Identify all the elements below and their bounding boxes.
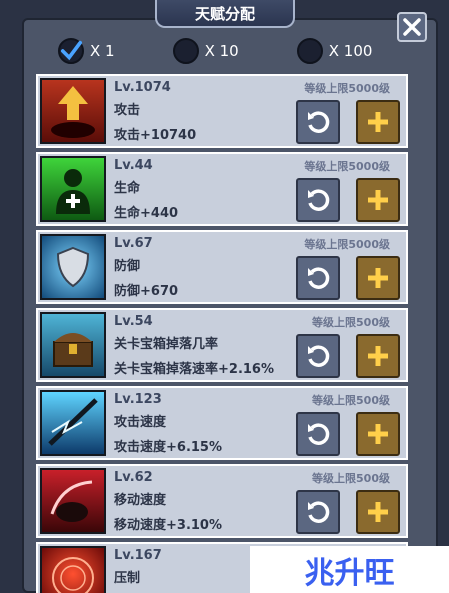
reset-button[interactable]: [296, 256, 340, 300]
add-button[interactable]: [356, 256, 400, 300]
talent-row-defense: Lv.67 防御 防御+670 等级上限5000级: [36, 230, 408, 304]
multiplier-x1[interactable]: X 1: [58, 34, 115, 68]
move-speed-icon: [40, 468, 106, 534]
reset-button[interactable]: [296, 178, 340, 222]
talent-row-chest-drop: Lv.54 关卡宝箱掉落几率 关卡宝箱掉落速率+2.16% 等级上限500级: [36, 308, 408, 382]
talent-level: Lv.167: [114, 548, 162, 563]
plus-icon: [368, 190, 388, 210]
talent-name: 防御: [114, 259, 141, 274]
talent-level: Lv.123: [114, 392, 162, 407]
add-button[interactable]: [356, 490, 400, 534]
talent-name: 移动速度: [114, 493, 167, 508]
talent-level-cap: 等级上限5000级: [304, 238, 390, 251]
chest-icon: [40, 312, 106, 378]
reset-icon: [308, 189, 330, 211]
reset-button[interactable]: [296, 100, 340, 144]
multiplier-toggle-bar: X 1 X 10 X 100: [36, 34, 438, 68]
plus-icon: [368, 502, 388, 522]
add-button[interactable]: [356, 412, 400, 456]
plus-icon: [368, 424, 388, 444]
reset-icon: [308, 501, 330, 523]
talent-level: Lv.62: [114, 470, 153, 485]
multiplier-label: X 1: [90, 42, 115, 60]
talent-stat: 关卡宝箱掉落速率+2.16%: [114, 362, 274, 377]
multiplier-label: X 10: [204, 42, 239, 60]
talent-stat: 攻击速度+6.15%: [114, 440, 222, 455]
talent-level: Lv.1074: [114, 80, 171, 95]
talent-name: 攻击: [114, 103, 141, 118]
life-icon: [40, 156, 106, 222]
close-button[interactable]: [397, 12, 427, 42]
talent-level: Lv.44: [114, 158, 153, 173]
talent-name: 关卡宝箱掉落几率: [114, 337, 219, 352]
reset-icon: [308, 345, 330, 367]
multiplier-label: X 100: [328, 42, 373, 60]
talent-level: Lv.67: [114, 236, 153, 251]
plus-icon: [368, 268, 388, 288]
radio-dot: [172, 38, 199, 64]
talent-row-attack: Lv.1074 攻击 攻击+10740 等级上限5000级: [36, 74, 408, 148]
multiplier-x100[interactable]: X 100: [296, 34, 373, 68]
talent-level: Lv.54: [114, 314, 153, 329]
reset-icon: [308, 423, 330, 445]
add-button[interactable]: [356, 334, 400, 378]
add-button[interactable]: [356, 100, 400, 144]
plus-icon: [368, 346, 388, 366]
defense-icon: [40, 234, 106, 300]
talent-row-life: Lv.44 生命 生命+440 等级上限5000级: [36, 152, 408, 226]
talent-level-cap: 等级上限500级: [312, 316, 390, 329]
talent-stat: 生命+440: [114, 206, 179, 221]
talent-row-move-speed: Lv.62 移动速度 移动速度+3.10% 等级上限500级: [36, 464, 408, 538]
talent-row-attack-speed: Lv.123 攻击速度 攻击速度+6.15% 等级上限500级: [36, 386, 408, 460]
add-button[interactable]: [356, 178, 400, 222]
talent-stat: 攻击+10740: [114, 128, 197, 143]
talent-level-cap: 等级上限500级: [312, 472, 390, 485]
attack-icon: [40, 78, 106, 144]
reset-icon: [308, 111, 330, 133]
multiplier-x10[interactable]: X 10: [172, 34, 239, 68]
talent-level-cap: 等级上限500级: [312, 394, 390, 407]
reset-icon: [308, 267, 330, 289]
checkbox: [58, 38, 84, 64]
suppress-icon: [40, 546, 106, 593]
talent-level-cap: 等级上限5000级: [304, 160, 390, 173]
reset-button[interactable]: [296, 334, 340, 378]
talent-name: 攻击速度: [114, 415, 167, 430]
talent-stat: 防御+670: [114, 284, 179, 299]
watermark-logo: 兆升旺: [250, 546, 449, 593]
reset-button[interactable]: [296, 490, 340, 534]
talent-name: 生命: [114, 181, 141, 196]
reset-button[interactable]: [296, 412, 340, 456]
check-icon: [60, 40, 82, 61]
talent-level-cap: 等级上限5000级: [304, 82, 390, 95]
close-icon: [403, 18, 421, 36]
attack-speed-icon: [40, 390, 106, 456]
panel-title: 天赋分配: [155, 0, 295, 28]
talent-name: 压制: [114, 571, 141, 586]
plus-icon: [368, 112, 388, 132]
radio-dot: [296, 38, 323, 64]
talent-stat: 移动速度+3.10%: [114, 518, 222, 533]
